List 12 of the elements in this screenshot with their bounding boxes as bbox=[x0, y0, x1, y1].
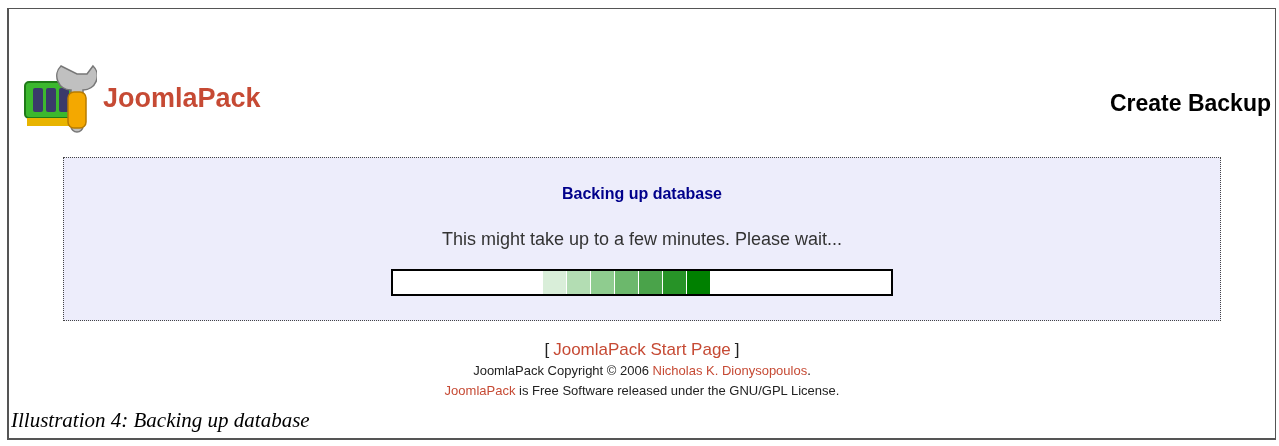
panel-heading: Backing up database bbox=[561, 184, 722, 204]
copyright-text: JoomlaPack Copyright © 2006 bbox=[473, 362, 650, 380]
bracket: ] bbox=[734, 339, 740, 361]
figure-caption: Illustration 4: Backing up database bbox=[11, 407, 310, 432]
bracket: [ bbox=[544, 339, 550, 361]
start-page-link[interactable]: JoomlaPack Start Page bbox=[553, 339, 731, 361]
joomlapack-link[interactable]: JoomlaPack bbox=[444, 381, 516, 401]
wait-message: This might take up to a few minutes. Please wait... bbox=[441, 228, 843, 251]
period: . bbox=[807, 362, 811, 380]
logo-text: JoomlaPack bbox=[103, 81, 261, 115]
license-text: is Free Software released under the GNU/GPL License. bbox=[518, 382, 840, 400]
page-title: Create Backup bbox=[1109, 88, 1271, 118]
